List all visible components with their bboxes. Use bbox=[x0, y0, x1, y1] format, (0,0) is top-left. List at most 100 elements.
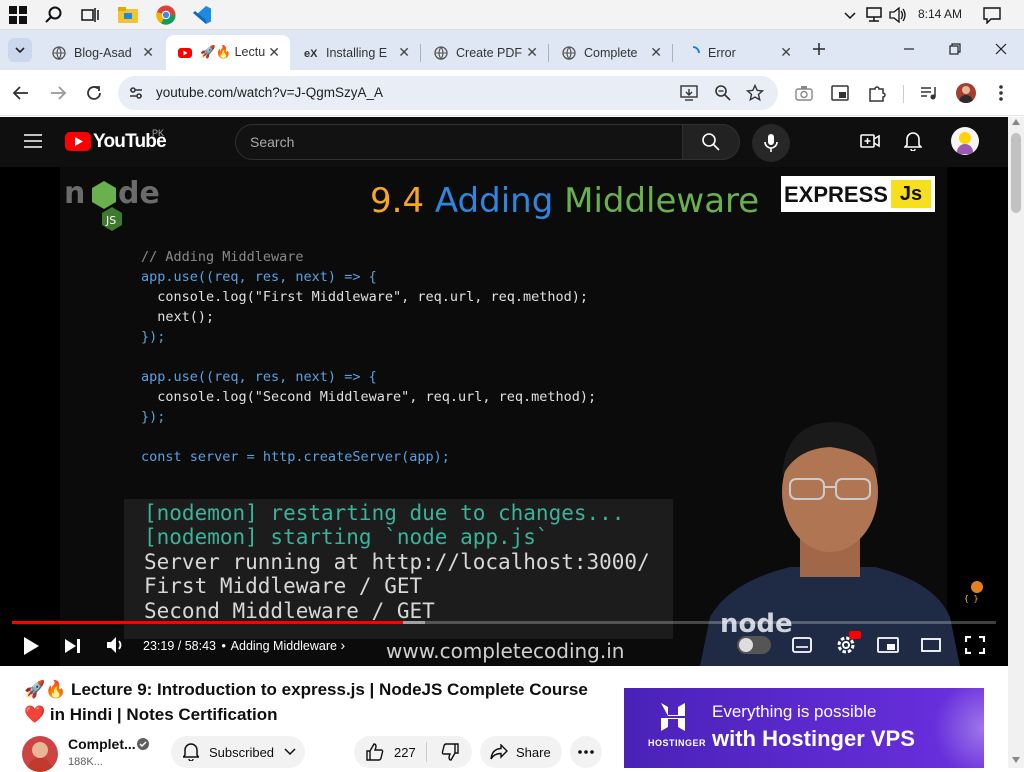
play-button[interactable] bbox=[22, 636, 40, 656]
voice-search-button[interactable] bbox=[752, 124, 790, 162]
search-button[interactable] bbox=[682, 124, 740, 160]
picture-in-picture-icon[interactable] bbox=[831, 85, 849, 101]
browser-tab[interactable]: 🚀🔥 Lectu ✕ bbox=[166, 35, 290, 70]
miniplayer-button[interactable] bbox=[877, 637, 899, 653]
restore-window-button[interactable] bbox=[946, 40, 964, 58]
forward-button[interactable] bbox=[49, 84, 67, 102]
chrome-menu-icon[interactable] bbox=[996, 84, 1006, 102]
bookmark-star-icon[interactable] bbox=[746, 84, 764, 102]
address-bar[interactable]: youtube.com/watch?v=J-QgmSzyA_A bbox=[118, 76, 778, 110]
terminal-line: [nodemon] restarting due to changes... bbox=[144, 501, 625, 525]
vscode-icon[interactable] bbox=[190, 3, 214, 27]
like-count: 227 bbox=[394, 744, 416, 760]
duration: 58:43 bbox=[184, 639, 216, 653]
channel-name[interactable]: Complet... bbox=[68, 736, 136, 752]
task-view-icon[interactable] bbox=[78, 3, 102, 27]
hamburger-menu-icon[interactable] bbox=[24, 134, 42, 148]
page-scrollbar[interactable] bbox=[1008, 117, 1024, 768]
browser-tab[interactable]: Error ✕ bbox=[674, 35, 802, 70]
svg-text:n: n bbox=[64, 176, 85, 211]
network-icon[interactable] bbox=[862, 3, 886, 27]
share-button[interactable]: Share bbox=[480, 736, 562, 768]
search-icon[interactable] bbox=[42, 3, 66, 27]
subscribe-button[interactable]: Subscribed bbox=[171, 736, 305, 768]
toolbar-divider bbox=[903, 85, 904, 103]
extensions-icon[interactable] bbox=[867, 83, 887, 103]
chapter-title[interactable]: Adding Middleware bbox=[231, 639, 337, 653]
fullscreen-icon bbox=[965, 636, 985, 654]
minimize-window-button[interactable] bbox=[900, 40, 918, 58]
tab-separator bbox=[672, 44, 673, 62]
tab-separator bbox=[548, 44, 549, 62]
fullscreen-button[interactable] bbox=[965, 636, 985, 654]
browser-tab[interactable]: eX Installing E ✕ bbox=[292, 35, 420, 70]
globe-icon bbox=[434, 45, 448, 60]
clock-time[interactable]: 8:14 AM bbox=[918, 7, 962, 21]
scroll-up-arrow-icon[interactable] bbox=[1012, 119, 1020, 125]
youtube-icon bbox=[178, 46, 192, 60]
close-tab-icon[interactable]: ✕ bbox=[142, 44, 154, 61]
more-actions-button[interactable] bbox=[570, 736, 602, 768]
close-tab-icon[interactable]: ✕ bbox=[526, 44, 538, 61]
video-title: 🚀🔥 Lecture 9: Introduction to express.js… bbox=[24, 680, 588, 724]
next-button[interactable] bbox=[64, 638, 82, 654]
site-info-icon[interactable] bbox=[128, 85, 144, 101]
browser-toolbar: youtube.com/watch?v=J-QgmSzyA_A bbox=[0, 70, 1024, 116]
reload-button[interactable] bbox=[85, 84, 103, 102]
play-icon bbox=[24, 637, 39, 655]
close-tab-icon[interactable]: ✕ bbox=[650, 44, 662, 61]
subtitles-button[interactable] bbox=[792, 637, 812, 653]
browser-tab[interactable]: Complete ✕ bbox=[550, 35, 672, 70]
settings-button[interactable] bbox=[835, 631, 861, 656]
thumbs-down-icon bbox=[441, 743, 459, 761]
tab-search-icon[interactable] bbox=[8, 38, 32, 62]
install-app-icon[interactable] bbox=[680, 84, 698, 102]
next-icon bbox=[65, 639, 80, 653]
svg-text:JS: JS bbox=[105, 214, 116, 227]
chevron-up-icon[interactable] bbox=[838, 3, 862, 27]
profile-avatar[interactable] bbox=[956, 83, 976, 103]
close-window-button[interactable] bbox=[992, 40, 1010, 58]
windows-start-icon[interactable] bbox=[6, 3, 30, 27]
url-text[interactable]: youtube.com/watch?v=J-QgmSzyA_A bbox=[156, 85, 383, 100]
browser-tab[interactable]: Blog-Asad ✕ bbox=[40, 35, 164, 70]
theater-mode-button[interactable] bbox=[921, 638, 941, 652]
tab-title: Blog-Asad bbox=[74, 45, 132, 60]
notifications-icon[interactable] bbox=[980, 3, 1004, 27]
ad-banner[interactable]: HOSTINGER Everything is possible with Ho… bbox=[624, 688, 984, 768]
chrome-icon[interactable] bbox=[154, 3, 178, 27]
back-button[interactable] bbox=[12, 84, 30, 102]
channel-avatar[interactable] bbox=[22, 736, 58, 772]
youtube-logo[interactable] bbox=[65, 132, 91, 151]
media-controls-icon[interactable] bbox=[920, 85, 938, 101]
volume-icon[interactable] bbox=[886, 3, 910, 27]
tab-title: Create PDF bbox=[456, 45, 522, 60]
mute-button[interactable] bbox=[106, 636, 126, 654]
screenshot-icon[interactable] bbox=[795, 85, 813, 101]
zoom-icon[interactable] bbox=[714, 84, 732, 102]
notifications-bell-icon[interactable] bbox=[904, 131, 922, 151]
search-input[interactable]: Search bbox=[235, 124, 683, 160]
progress-bar[interactable] bbox=[12, 621, 996, 624]
tab-title: Installing E bbox=[326, 45, 388, 60]
close-tab-icon[interactable]: ✕ bbox=[780, 44, 792, 61]
browser-tab[interactable]: Create PDF ✕ bbox=[422, 35, 548, 70]
close-tab-icon[interactable]: ✕ bbox=[268, 44, 280, 61]
channel-watermark-logo[interactable]: { } bbox=[962, 579, 992, 605]
scrollbar-thumb[interactable] bbox=[1011, 133, 1021, 213]
nodejs-logo: n de JS bbox=[64, 175, 160, 231]
file-explorer-icon[interactable] bbox=[116, 3, 140, 27]
svg-text:eX: eX bbox=[304, 48, 318, 60]
autoplay-toggle[interactable] bbox=[737, 636, 771, 654]
code-line: // Adding Middleware bbox=[141, 249, 304, 265]
new-tab-button[interactable] bbox=[810, 40, 828, 58]
close-tab-icon[interactable]: ✕ bbox=[398, 44, 410, 61]
create-video-icon[interactable] bbox=[860, 132, 880, 150]
like-button[interactable]: 227 bbox=[354, 736, 426, 768]
tab-title: 🚀🔥 Lectu bbox=[200, 45, 266, 59]
dislike-button[interactable] bbox=[427, 736, 472, 768]
tab-separator bbox=[420, 44, 421, 62]
account-avatar[interactable] bbox=[951, 127, 979, 155]
scroll-down-arrow-icon[interactable] bbox=[1012, 757, 1020, 763]
video-player[interactable]: n de JS 9.4 Adding Middleware // Adding … bbox=[0, 167, 1008, 666]
